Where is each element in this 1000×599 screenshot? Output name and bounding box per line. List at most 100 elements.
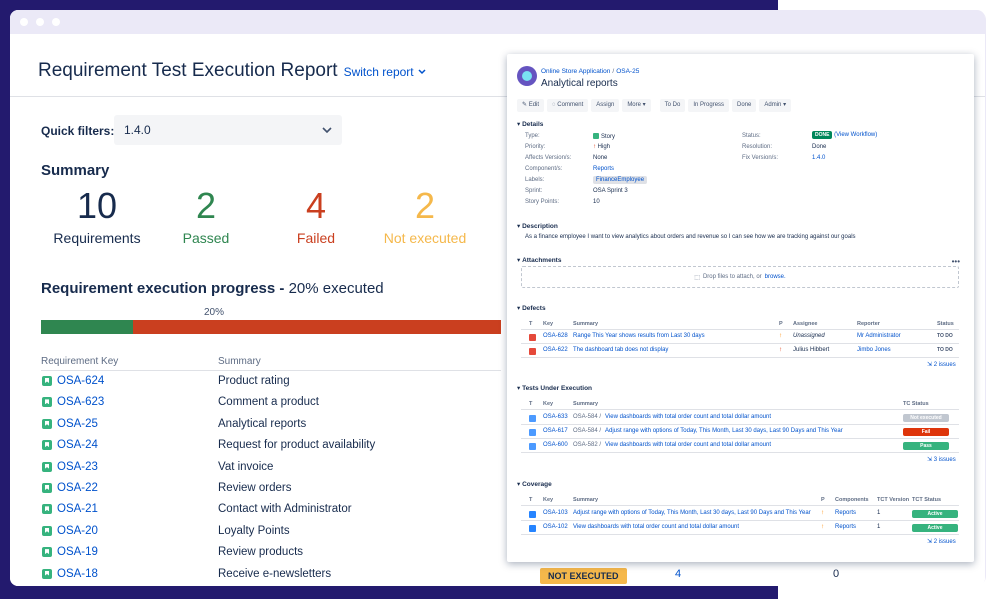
story-icon bbox=[42, 461, 52, 472]
coverage-component[interactable]: Reports bbox=[835, 510, 856, 516]
column-header-summary: Summary bbox=[218, 356, 261, 367]
breadcrumb-project[interactable]: Online Store Application bbox=[541, 68, 610, 75]
attachment-dropzone[interactable]: ⬚ Drop files to attach, or browse. bbox=[521, 266, 959, 288]
coverage-component[interactable]: Reports bbox=[835, 524, 856, 530]
detail-label: Type: bbox=[525, 133, 540, 139]
quick-filter-select[interactable]: 1.4.0 bbox=[114, 115, 342, 145]
defect-summary-link[interactable]: Range This Year shows results from Last … bbox=[573, 333, 705, 339]
switch-report-button[interactable]: Switch report bbox=[344, 65, 426, 79]
column-header-summary: Summary bbox=[573, 497, 599, 503]
story-icon bbox=[42, 482, 52, 493]
in-progress-button[interactable]: In Progress bbox=[688, 99, 730, 112]
test-key-link[interactable]: OSA-617 bbox=[543, 428, 568, 434]
detail-value-text: Story bbox=[601, 134, 616, 140]
column-header-summary: Summary bbox=[573, 321, 599, 327]
requirement-summary: Receive e-newsletters bbox=[218, 567, 332, 580]
row-divider bbox=[521, 343, 959, 344]
coverage-summary-link[interactable]: View dashboards with total order count a… bbox=[573, 524, 739, 530]
requirement-key-link[interactable]: OSA-624 bbox=[57, 375, 104, 387]
coverage-heading[interactable]: Coverage bbox=[517, 480, 552, 488]
admin-button[interactable]: Admin ▾ bbox=[759, 99, 792, 112]
requirement-key-link[interactable]: OSA-18 bbox=[57, 568, 98, 580]
defect-assignee[interactable]: Julius Hibbert bbox=[793, 347, 829, 353]
coverage-tct-version: 1 bbox=[877, 524, 881, 530]
row-divider bbox=[521, 357, 959, 358]
defect-summary-link[interactable]: The dashboard tab does not display bbox=[573, 347, 668, 353]
tc-status-badge: Not executed bbox=[903, 414, 949, 422]
coverage-key-link[interactable]: OSA-103 bbox=[543, 510, 568, 516]
comment-button[interactable]: ◌ Comment bbox=[547, 99, 589, 112]
defects-heading[interactable]: Defects bbox=[517, 304, 545, 312]
defect-assignee: Unassigned bbox=[793, 333, 825, 339]
test-key-link[interactable]: OSA-600 bbox=[543, 442, 568, 448]
requirement-key-link[interactable]: OSA-21 bbox=[57, 503, 98, 515]
chevron-down-icon bbox=[322, 127, 332, 133]
story-icon bbox=[42, 376, 52, 386]
detail-value[interactable]: Reports bbox=[593, 166, 614, 172]
requirement-key-link[interactable]: OSA-22 bbox=[57, 482, 98, 494]
description-text: As a finance employee I want to view ana… bbox=[525, 234, 856, 240]
detail-value[interactable]: FinanceEmployee bbox=[593, 176, 648, 184]
defects-issues-link[interactable]: ⇲ 2 issues bbox=[927, 361, 956, 368]
coverage-issues-link[interactable]: ⇲ 2 issues bbox=[927, 538, 956, 545]
stat-label: Not executed bbox=[383, 230, 467, 246]
tests-heading[interactable]: Tests Under Execution bbox=[517, 384, 592, 392]
edit-label: Edit bbox=[528, 102, 540, 108]
progress-percent-label: 20% bbox=[204, 307, 225, 318]
defect-reporter[interactable]: Mr Administrator bbox=[857, 333, 901, 339]
test-summary-link[interactable]: View dashboards with total order count a… bbox=[605, 442, 771, 448]
issue-title: Analytical reports bbox=[541, 78, 618, 89]
defect-reporter[interactable]: Jimbo Jones bbox=[857, 347, 891, 353]
test-summary-link[interactable]: Adjust range with options of Today, This… bbox=[605, 428, 843, 434]
more-options-icon[interactable]: ••• bbox=[952, 257, 960, 266]
view-workflow-link[interactable]: (View Workflow) bbox=[834, 132, 877, 138]
test-key-link[interactable]: OSA-633 bbox=[543, 414, 568, 420]
requirement-key-link[interactable]: OSA-19 bbox=[57, 546, 98, 558]
defect-key-link[interactable]: OSA-622 bbox=[543, 347, 568, 353]
breadcrumb-issue[interactable]: OSA-25 bbox=[616, 68, 639, 75]
tct-status-badge: Active bbox=[912, 524, 958, 532]
last-row-count[interactable]: 4 bbox=[675, 568, 681, 580]
story-icon bbox=[42, 568, 52, 579]
column-header-components: Components bbox=[835, 497, 869, 503]
table-header-divider bbox=[41, 370, 501, 371]
coverage-key-link[interactable]: OSA-102 bbox=[543, 524, 568, 530]
description-heading[interactable]: Description bbox=[517, 222, 558, 230]
requirement-key-link[interactable]: OSA-25 bbox=[57, 418, 98, 430]
detail-value: OSA Sprint 3 bbox=[593, 188, 628, 194]
done-button[interactable]: Done bbox=[732, 99, 757, 112]
column-header-key: Key bbox=[543, 401, 554, 407]
edit-button[interactable]: ✎ Edit bbox=[517, 99, 545, 112]
column-header-assignee: Assignee bbox=[793, 321, 818, 327]
column-header-priority: P bbox=[779, 321, 783, 327]
assign-button[interactable]: Assign bbox=[591, 99, 620, 112]
fix-version-value[interactable]: 1.4.0 bbox=[812, 155, 825, 161]
requirement-key-link[interactable]: OSA-24 bbox=[57, 439, 98, 451]
requirement-key-link[interactable]: OSA-20 bbox=[57, 525, 98, 537]
defect-key-link[interactable]: OSA-628 bbox=[543, 333, 568, 339]
quick-filters-label: Quick filters: bbox=[41, 124, 115, 138]
resolution-label: Resolution: bbox=[742, 144, 773, 150]
requirement-key-link[interactable]: OSA-23 bbox=[57, 461, 98, 473]
table-row[interactable]: OSA-18 Receive e-newsletters bbox=[41, 565, 861, 586]
detail-value-text: Reports bbox=[593, 166, 615, 172]
story-icon bbox=[42, 525, 52, 536]
more-button[interactable]: More ▾ bbox=[622, 99, 651, 112]
browse-link[interactable]: browse. bbox=[765, 274, 786, 280]
todo-button[interactable]: To Do bbox=[659, 99, 686, 112]
page-title: Requirement Test Execution Report bbox=[38, 60, 338, 81]
fix-version-label: Fix Version/s: bbox=[742, 155, 779, 161]
status-badge: NOT EXECUTED bbox=[540, 568, 627, 584]
detail-value: Story bbox=[593, 133, 615, 140]
details-heading[interactable]: Details bbox=[517, 120, 543, 128]
test-summary-link[interactable]: View dashboards with total order count a… bbox=[605, 414, 771, 420]
attachments-heading[interactable]: Attachments bbox=[517, 256, 561, 264]
defect-status: TO DO bbox=[937, 347, 953, 353]
tests-issues-link[interactable]: ⇲ 3 issues bbox=[927, 456, 956, 463]
coverage-summary-link[interactable]: Adjust range with options of Today, This… bbox=[573, 510, 811, 516]
window-dot-icon bbox=[52, 18, 60, 26]
column-header-tct-version: TCT Version bbox=[877, 497, 910, 503]
window-titlebar bbox=[10, 10, 985, 34]
column-header-key: Requirement Key bbox=[41, 356, 119, 367]
requirement-key-link[interactable]: OSA-623 bbox=[57, 396, 104, 408]
